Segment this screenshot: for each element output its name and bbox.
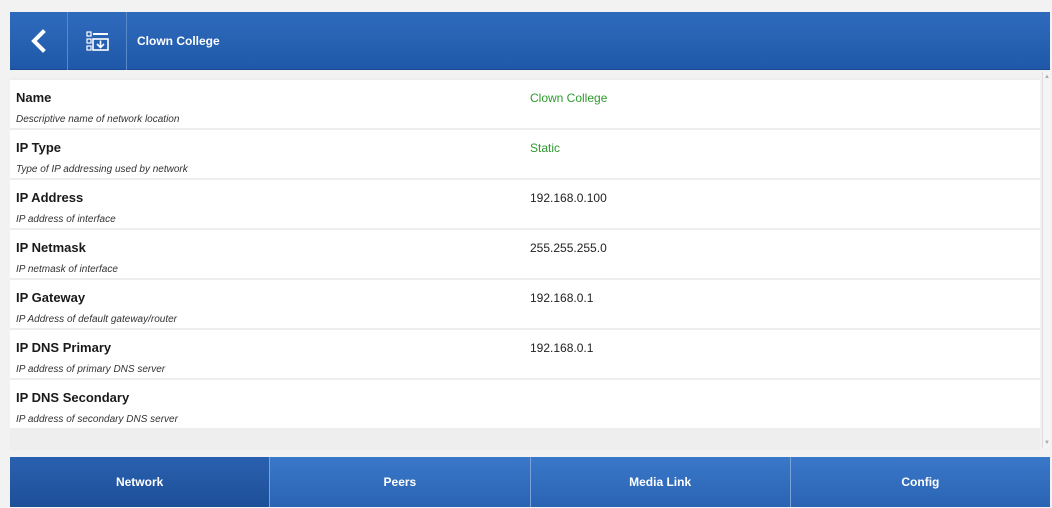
tab-network[interactable]: Network [10,457,271,507]
list-item-name[interactable]: Name Descriptive name of network locatio… [10,80,1040,128]
tab-config[interactable]: Config [790,457,1050,507]
row-label: IP DNS Primary [16,340,112,355]
app-window: Clown College Name Descriptive name of n… [0,0,1052,508]
row-value: 192.168.0.100 [530,191,607,205]
list-download-icon [85,31,109,51]
chevron-left-icon [30,29,46,53]
tab-peers[interactable]: Peers [270,457,531,507]
row-label: IP Type [16,140,62,155]
row-description: IP address of secondary DNS server [16,414,178,425]
row-label: IP DNS Secondary [16,390,130,405]
header-bar: Clown College [10,12,1050,70]
back-button[interactable] [10,12,68,70]
row-label: IP Gateway [16,290,86,305]
row-value: 192.168.0.1 [530,341,594,355]
row-value: Clown College [530,91,608,105]
settings-list: Name Descriptive name of network locatio… [10,78,1040,450]
row-value: Static [530,141,561,155]
scrollbar[interactable]: ▲ ▼ [1042,72,1050,448]
list-item-ip-netmask[interactable]: IP Netmask IP netmask of interface 255.2… [10,230,1040,278]
row-label: IP Address [16,190,84,205]
list-item-ip-dns-secondary[interactable]: IP DNS Secondary IP address of secondary… [10,380,1040,428]
row-description: IP address of interface [16,214,116,225]
row-value: 255.255.255.0 [530,241,607,255]
scroll-up-icon[interactable]: ▲ [1044,74,1050,80]
row-label: IP Netmask [16,240,86,255]
row-description: IP netmask of interface [16,264,118,275]
list-item-ip-dns-primary[interactable]: IP DNS Primary IP address of primary DNS… [10,330,1040,378]
tab-media-link[interactable]: Media Link [530,457,791,507]
list-item-ip-address[interactable]: IP Address IP address of interface 192.1… [10,180,1040,228]
bottom-tab-bar: Network Peers Media Link Config [10,457,1050,507]
row-value: 192.168.0.1 [530,291,594,305]
row-description: Type of IP addressing used by network [16,164,188,175]
row-description: IP address of primary DNS server [16,364,166,375]
page-title: Clown College [137,34,220,48]
list-item-ip-type[interactable]: IP Type Type of IP addressing used by ne… [10,130,1040,178]
row-label: Name [16,90,52,105]
scroll-down-icon[interactable]: ▼ [1044,440,1050,446]
list-item-ip-gateway[interactable]: IP Gateway IP Address of default gateway… [10,280,1040,328]
row-description: Descriptive name of network location [16,114,180,125]
list-download-button[interactable] [69,12,127,70]
row-description: IP Address of default gateway/router [16,314,178,325]
